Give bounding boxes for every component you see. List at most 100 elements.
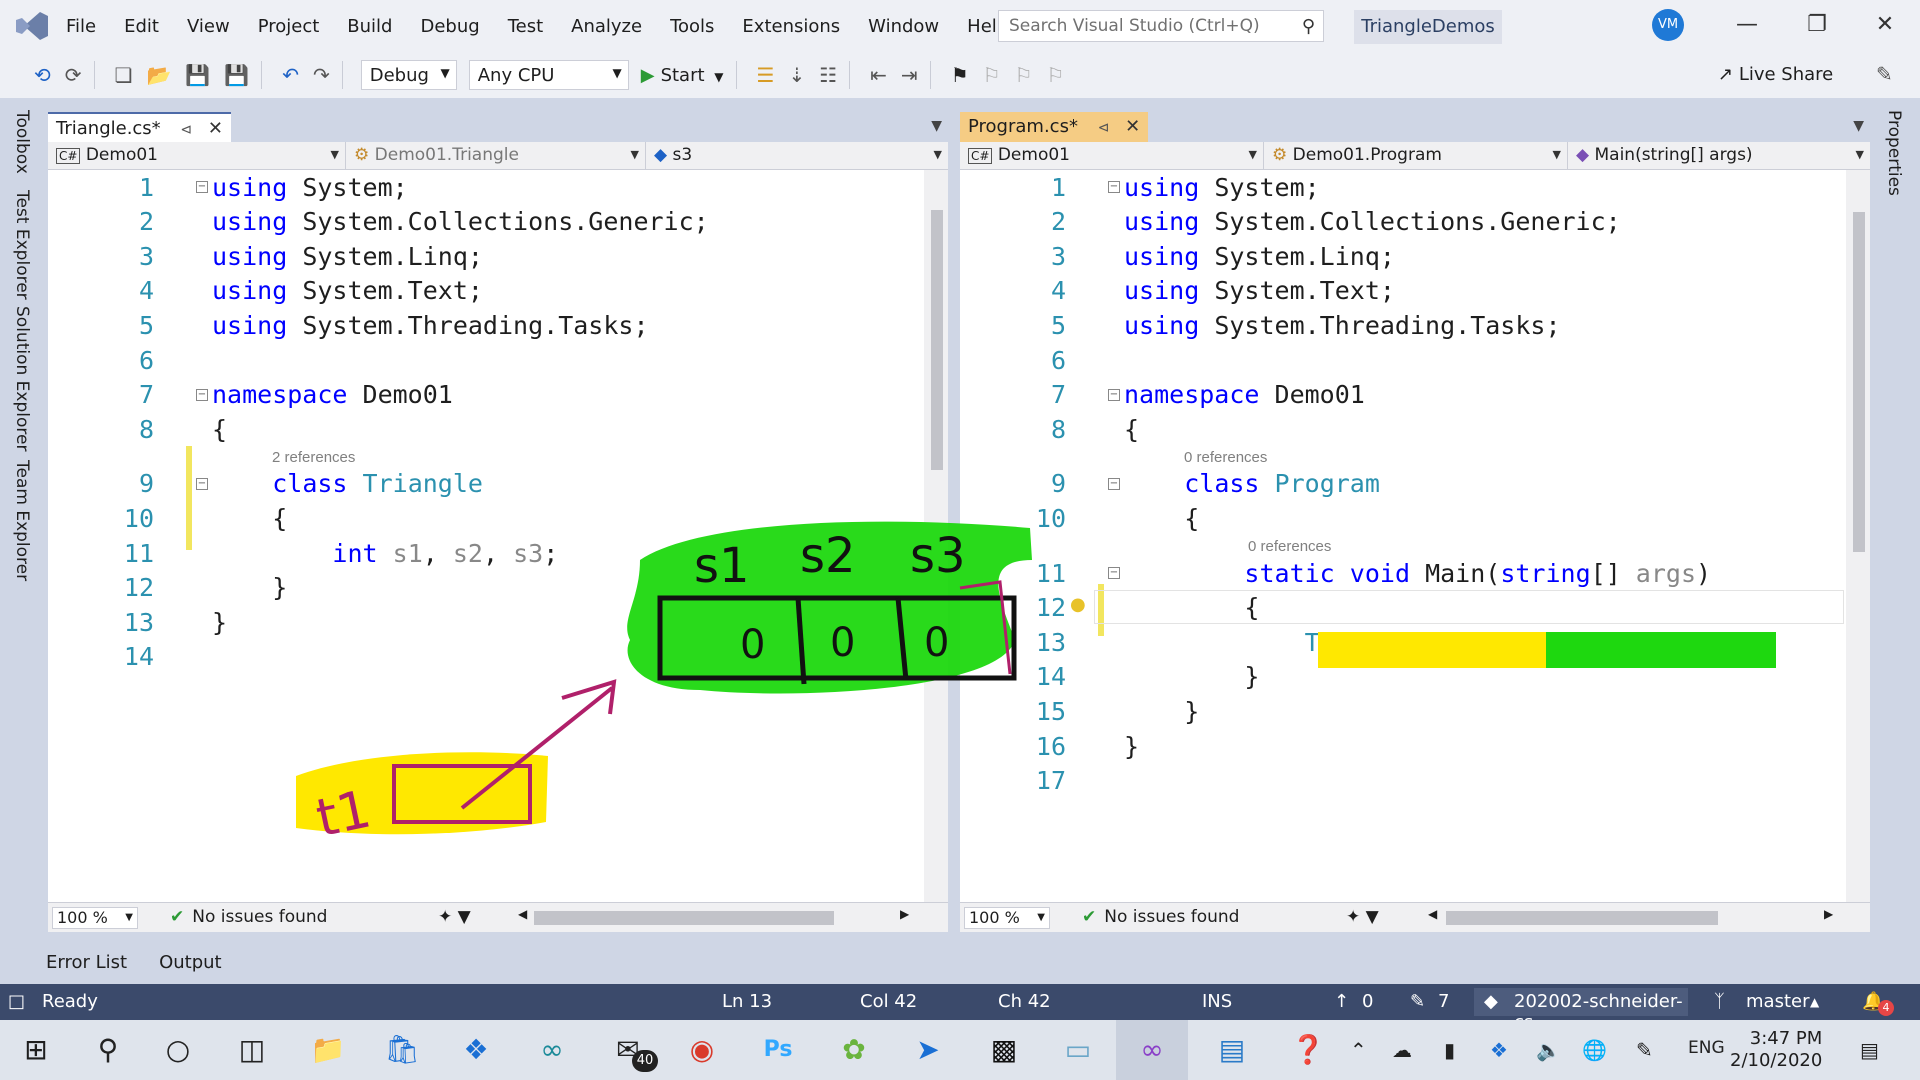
- repo-selector[interactable]: ◆ 202002-schneider-cs: [1474, 988, 1688, 1033]
- scroll-right-icon[interactable]: ▶: [1824, 907, 1833, 921]
- store-icon[interactable]: 🛍: [382, 1032, 422, 1068]
- cleanup-icon[interactable]: ✦ ▼: [1346, 907, 1379, 927]
- restore-icon[interactable]: ❐: [1794, 8, 1840, 42]
- issues-indicator[interactable]: ✔ No issues found: [170, 907, 327, 927]
- codelens-references[interactable]: 0 references: [1248, 538, 1331, 555]
- visual-studio-logo-icon[interactable]: [14, 10, 50, 42]
- start-button[interactable]: ▶ Start ▼: [641, 65, 724, 86]
- avatar[interactable]: VM: [1652, 9, 1684, 41]
- type-dropdown[interactable]: ⚙ Demo01.Program ▼: [1264, 142, 1568, 169]
- chevron-down-icon[interactable]: ▼: [1853, 118, 1864, 134]
- feedback-icon[interactable]: ✎: [1876, 62, 1893, 86]
- close-icon[interactable]: ✕: [1862, 8, 1908, 42]
- scroll-left-icon[interactable]: ◀: [518, 907, 527, 921]
- language-indicator[interactable]: ENG: [1688, 1038, 1725, 1058]
- dropbox-icon[interactable]: ❖: [456, 1032, 496, 1068]
- branch-name[interactable]: master: [1746, 991, 1809, 1012]
- taskbar-active-app[interactable]: ∞: [1116, 1020, 1188, 1080]
- chrome-icon[interactable]: ◉: [682, 1032, 722, 1068]
- redo-icon[interactable]: ↷: [313, 63, 330, 87]
- file-explorer-icon[interactable]: 📁: [308, 1032, 348, 1068]
- horizontal-scrollbar[interactable]: [1446, 911, 1718, 925]
- onedrive-icon[interactable]: ☁: [1392, 1038, 1412, 1062]
- terminal-icon[interactable]: ▩: [984, 1032, 1024, 1068]
- find-files-icon[interactable]: ☰: [757, 63, 775, 87]
- dropbox-tray-icon[interactable]: ❖: [1490, 1038, 1508, 1062]
- remote-desktop-icon[interactable]: ▤: [1212, 1032, 1252, 1068]
- bookmark-icon[interactable]: ⚑: [951, 63, 969, 87]
- tab-error-list[interactable]: Error List: [40, 948, 133, 977]
- menu-analyze[interactable]: Analyze: [571, 16, 642, 37]
- notebook-icon[interactable]: ▭: [1058, 1032, 1098, 1068]
- prev-bookmark-icon[interactable]: ⚐: [983, 63, 1001, 87]
- arduino-icon[interactable]: ∞: [532, 1032, 572, 1068]
- menu-debug[interactable]: Debug: [420, 16, 479, 37]
- windows-start-icon[interactable]: ⊞: [16, 1032, 56, 1068]
- solution-name[interactable]: TriangleDemos: [1354, 10, 1502, 44]
- outdent-icon[interactable]: ⇤: [870, 63, 887, 87]
- collapse-icon[interactable]: −: [1108, 477, 1120, 490]
- properties-tab[interactable]: Properties: [1884, 110, 1904, 196]
- clock[interactable]: 3:47 PM 2/10/2020: [1730, 1028, 1822, 1072]
- collapse-icon[interactable]: −: [1108, 567, 1120, 579]
- action-center-icon[interactable]: ▤: [1860, 1038, 1879, 1062]
- solution-explorer-tab[interactable]: Solution Explorer: [12, 306, 32, 451]
- network-icon[interactable]: 🌐: [1582, 1038, 1607, 1062]
- code-editor-left[interactable]: 1 using System; −2 using System.Collections…: [48, 170, 924, 902]
- menu-test[interactable]: Test: [508, 16, 543, 37]
- cleanup-icon[interactable]: ✦ ▼: [438, 907, 471, 927]
- photoshop-icon[interactable]: Ps: [758, 1032, 798, 1068]
- project-dropdown[interactable]: C# Demo01 ▼: [48, 142, 346, 169]
- vertical-scrollbar[interactable]: [1846, 170, 1870, 902]
- back-icon[interactable]: ⟲: [34, 63, 51, 87]
- issues-indicator[interactable]: ✔ No issues found: [1082, 907, 1239, 927]
- collapse-icon[interactable]: −: [196, 477, 208, 490]
- menu-file[interactable]: File: [66, 16, 96, 37]
- toolbox-tab[interactable]: Toolbox: [12, 110, 32, 174]
- vertical-scrollbar[interactable]: [924, 170, 948, 902]
- visual-studio-installer-icon[interactable]: ➤: [908, 1032, 948, 1068]
- scroll-thumb[interactable]: [931, 210, 943, 470]
- chevron-down-icon[interactable]: ▼: [931, 118, 942, 134]
- menu-extensions[interactable]: Extensions: [742, 16, 840, 37]
- cortana-icon[interactable]: ○: [158, 1032, 198, 1068]
- menu-view[interactable]: View: [187, 16, 230, 37]
- zoom-select[interactable]: 100 % ▼: [964, 907, 1050, 929]
- scroll-thumb[interactable]: [1853, 212, 1865, 552]
- solution-explorer-icon[interactable]: ☷: [819, 63, 837, 87]
- new-project-icon[interactable]: ❏: [115, 63, 133, 87]
- help-icon[interactable]: ❓: [1288, 1032, 1328, 1068]
- menu-window[interactable]: Window: [868, 16, 939, 37]
- collapse-icon[interactable]: −: [1108, 388, 1120, 401]
- close-icon[interactable]: ✕: [208, 118, 223, 139]
- tab-output[interactable]: Output: [153, 948, 228, 977]
- collapse-icon[interactable]: −: [196, 388, 208, 401]
- clear-bookmarks-icon[interactable]: ⚐: [1047, 63, 1065, 87]
- undo-icon[interactable]: ↶: [282, 63, 299, 87]
- lightbulb-icon[interactable]: ●: [1070, 594, 1086, 615]
- task-view-icon[interactable]: ◫: [232, 1032, 272, 1068]
- pending-edits[interactable]: 7: [1438, 991, 1449, 1012]
- menu-edit[interactable]: Edit: [124, 16, 159, 37]
- platform-select[interactable]: Any CPU ▼: [468, 60, 629, 90]
- type-dropdown[interactable]: ⚙ Demo01.Triangle ▼: [346, 142, 646, 169]
- team-explorer-tab[interactable]: Team Explorer: [12, 460, 32, 581]
- codelens-references[interactable]: 0 references: [1184, 449, 1267, 466]
- config-select[interactable]: Debug ▼: [360, 60, 457, 90]
- test-explorer-tab[interactable]: Test Explorer: [12, 190, 32, 300]
- close-icon[interactable]: ✕: [1125, 116, 1140, 137]
- project-dropdown[interactable]: C# Demo01 ▼: [960, 142, 1264, 169]
- pen-icon[interactable]: ✎: [1636, 1038, 1653, 1062]
- next-bookmark-icon[interactable]: ⚐: [1015, 63, 1033, 87]
- collapse-icon[interactable]: −: [196, 181, 208, 193]
- code-editor-right[interactable]: ● 1 using System; −2 using System.Collectio…: [960, 170, 1846, 902]
- pin-icon[interactable]: ⊲: [1098, 120, 1110, 136]
- branch-icon[interactable]: ᛉ: [1714, 991, 1725, 1012]
- save-all-icon[interactable]: 💾: [224, 63, 249, 87]
- unpushed-count[interactable]: 0: [1362, 991, 1373, 1012]
- forward-icon[interactable]: ⟳: [65, 63, 82, 87]
- member-dropdown[interactable]: ◆ s3 ▼: [646, 142, 948, 169]
- output-window-icon[interactable]: □: [8, 991, 25, 1012]
- spring-icon[interactable]: ✿: [834, 1032, 874, 1068]
- pin-icon[interactable]: ⊲: [180, 122, 192, 138]
